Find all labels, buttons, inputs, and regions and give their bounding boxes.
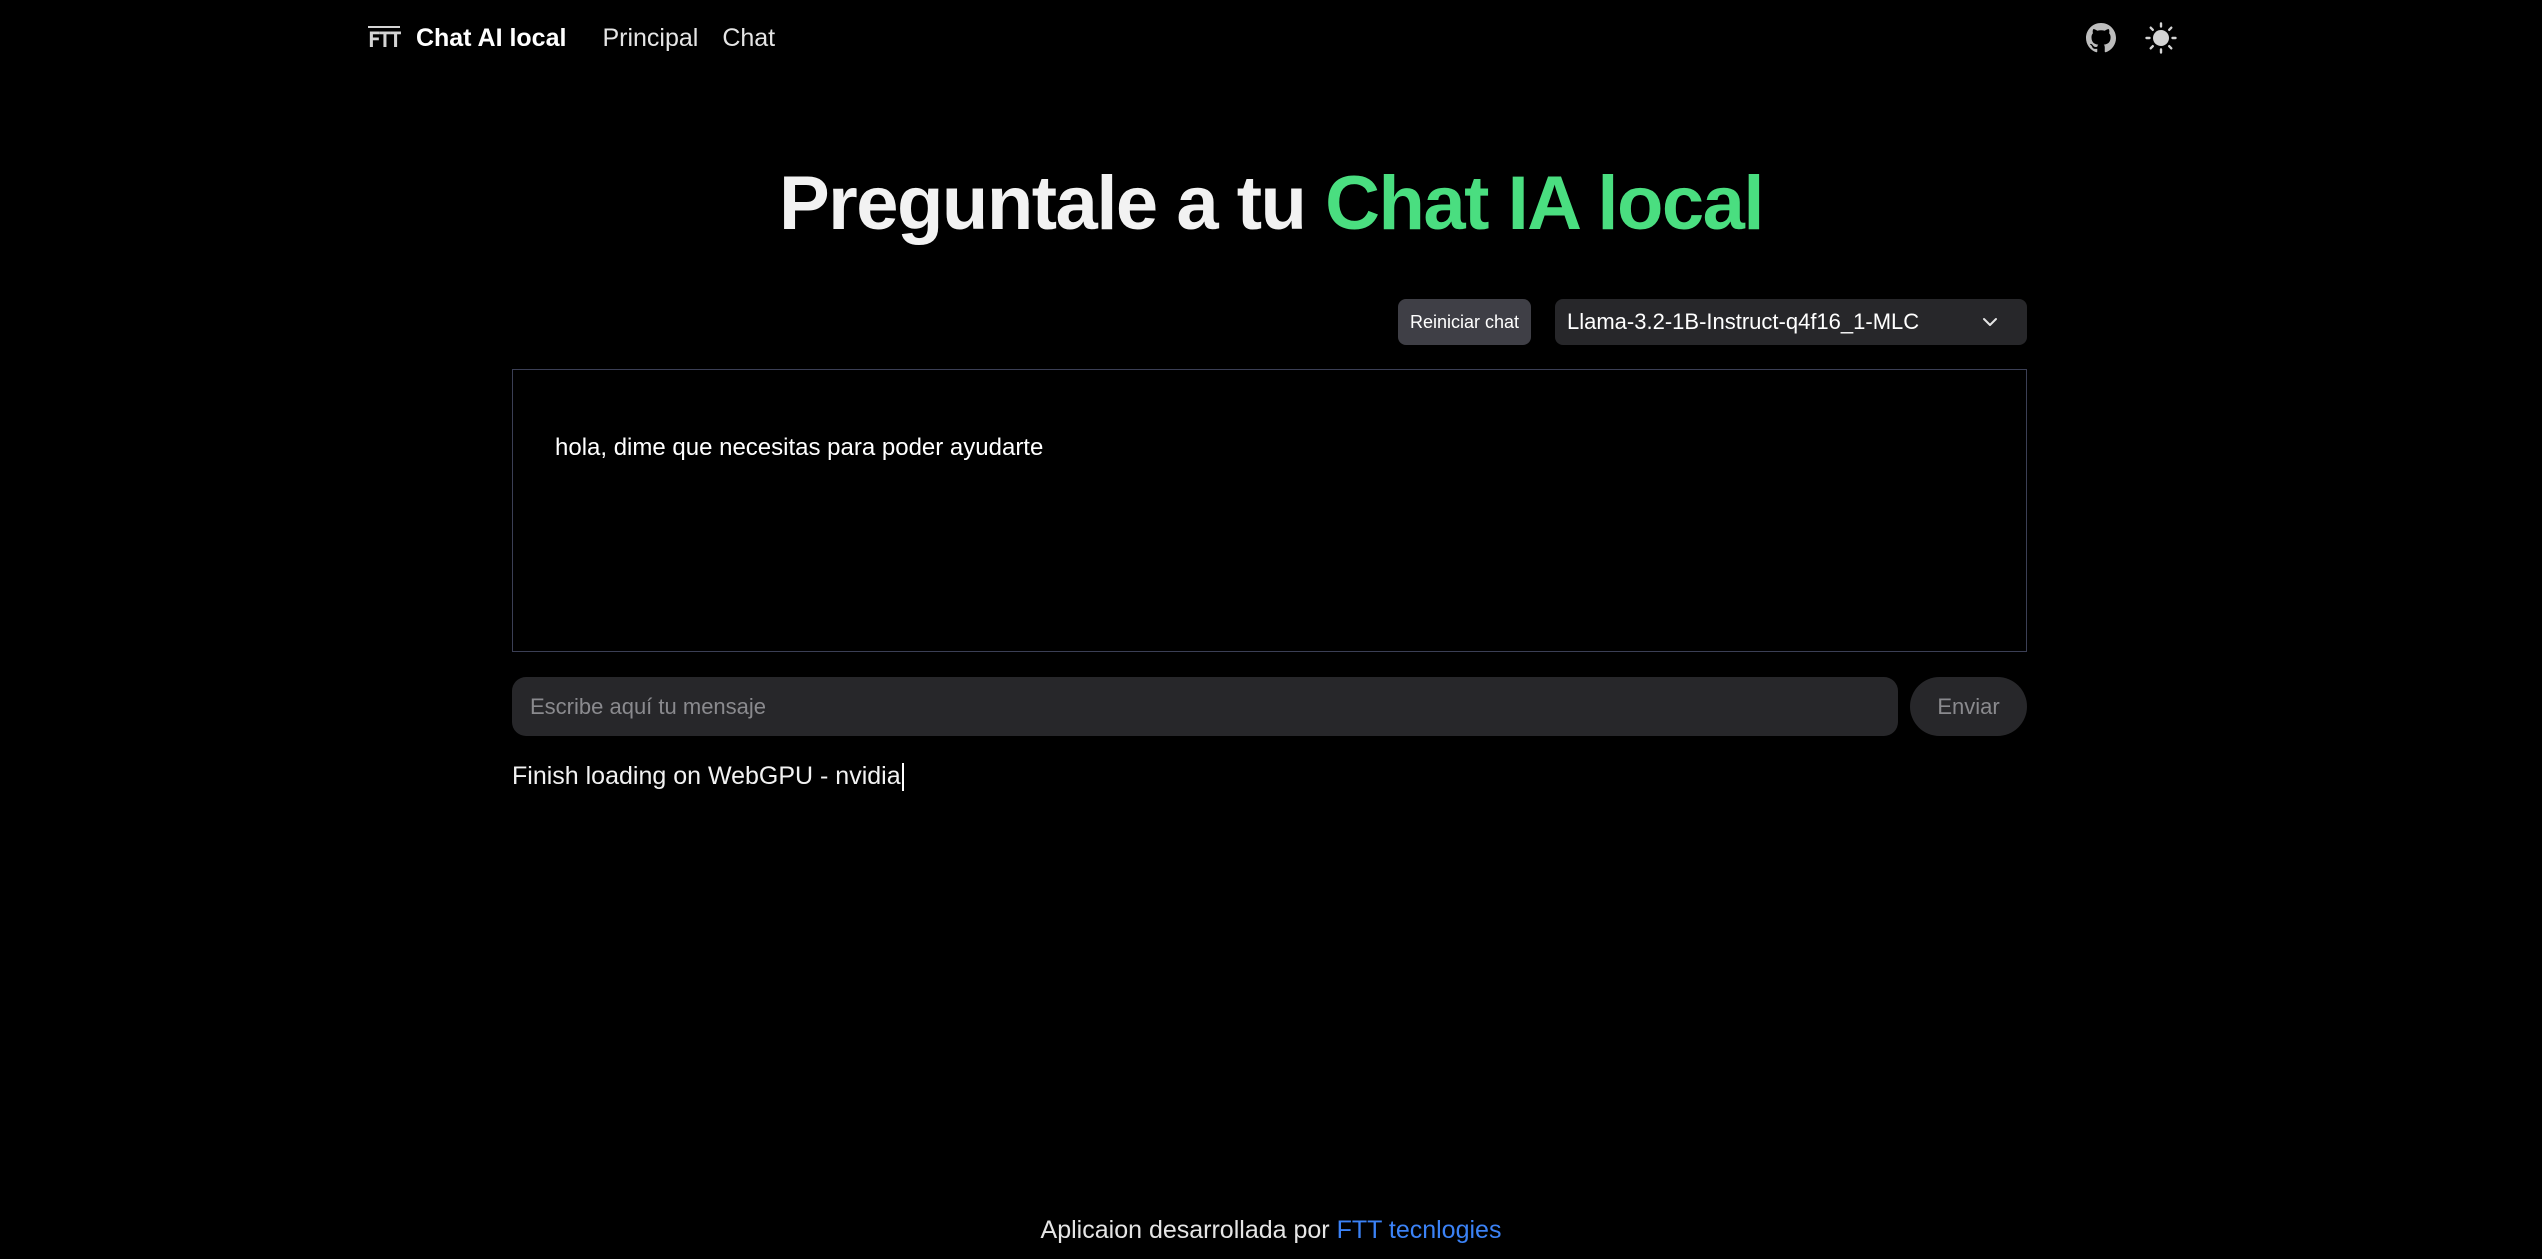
message-input-row: Enviar xyxy=(512,677,2027,736)
github-icon[interactable] xyxy=(2084,21,2118,55)
chevron-down-icon xyxy=(1979,311,2001,333)
chat-messages[interactable]: hola, dime que necesitas para poder ayud… xyxy=(512,369,2027,652)
footer-link[interactable]: FTT tecnlogies xyxy=(1337,1216,1502,1244)
footer: Aplicaion desarrollada por FTT tecnlogie… xyxy=(0,1216,2542,1245)
page-title: Preguntale a tu Chat IA local xyxy=(0,158,2542,250)
brand-logo: FTT xyxy=(368,25,402,52)
nav-actions xyxy=(2084,21,2178,55)
loading-status: Finish loading on WebGPU - nvidia xyxy=(512,762,901,790)
title-plain: Preguntale a tu xyxy=(778,161,1307,246)
model-select[interactable]: Llama-3.2-1B-Instruct-q4f16_1-MLC xyxy=(1555,299,2027,345)
nav-links: Principal Chat xyxy=(602,24,775,53)
text-caret xyxy=(901,762,904,791)
model-selected-value: Llama-3.2-1B-Instruct-q4f16_1-MLC xyxy=(1567,309,1920,334)
chat-controls: Reiniciar chat Llama-3.2-1B-Instruct-q4f… xyxy=(512,299,2027,345)
brand-name: Chat AI local xyxy=(415,23,567,52)
assistant-message: hola, dime que necesitas para poder ayud… xyxy=(555,434,1044,461)
nav-link-principal[interactable]: Principal xyxy=(602,24,698,53)
status-text-row: Finish loading on WebGPU - nvidia xyxy=(512,762,904,791)
nav-link-chat[interactable]: Chat xyxy=(722,24,775,53)
footer-prefix: Aplicaion desarrollada por xyxy=(1040,1216,1330,1244)
navbar: FTT Chat AI local Principal Chat xyxy=(368,14,2178,62)
sun-icon[interactable] xyxy=(2144,21,2178,55)
reset-chat-button[interactable]: Reiniciar chat xyxy=(1397,299,1531,345)
page: FTT Chat AI local Principal Chat Pregunt… xyxy=(0,0,2542,1259)
message-input[interactable] xyxy=(512,677,1898,736)
brand-link[interactable]: FTT Chat AI local xyxy=(368,24,566,53)
send-button[interactable]: Enviar xyxy=(1910,677,2027,736)
title-accent: Chat IA local xyxy=(1325,161,1764,246)
